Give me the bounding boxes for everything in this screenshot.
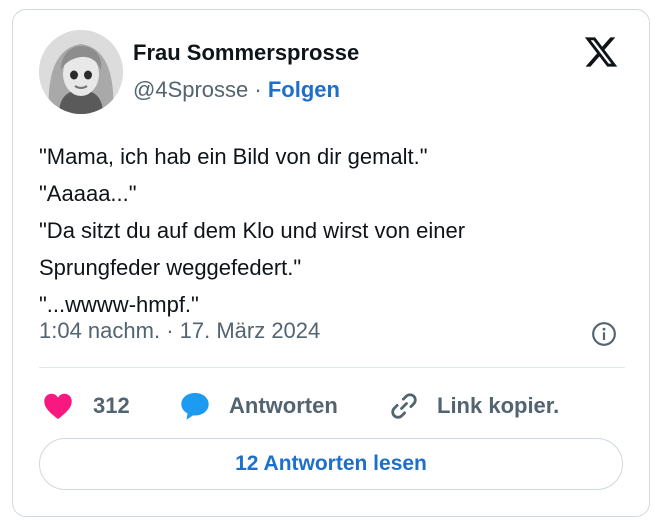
like-button[interactable]: 312 [43,388,130,424]
info-icon[interactable] [591,321,617,347]
author-handle[interactable]: @4Sprosse [133,77,248,102]
tweet-line: "Aaaaa..." [39,181,137,206]
tweet-line: "Da sitzt du auf dem Klo und wirst von e… [39,218,466,243]
link-icon [391,393,417,419]
divider [39,367,625,368]
avatar-image [39,30,123,114]
heart-icon [44,393,72,420]
tweet-card: Frau Sommersprosse @4Sprosse · Folgen "M… [12,9,650,517]
author-handle-line: @4Sprosse · Folgen [133,77,340,103]
follow-button[interactable]: Folgen [268,77,340,102]
tweet-text: "Mama, ich hab ein Bild von dir gemalt."… [39,138,629,323]
x-logo-icon[interactable] [583,34,619,70]
author-name[interactable]: Frau Sommersprosse [133,40,359,66]
avatar[interactable] [39,30,123,114]
tweet-timestamp[interactable]: 1:04 nachm. · 17. März 2024 [39,318,320,344]
copy-link-button[interactable]: Link kopier. [389,388,559,424]
speech-bubble-icon [181,392,209,420]
like-count: 312 [93,393,130,418]
handle-separator: · [254,77,262,102]
read-replies-button[interactable]: 12 Antworten lesen [39,438,623,490]
tweet-line: Sprungfeder weggefedert." [39,255,302,280]
tweet-line: "Mama, ich hab ein Bild von dir gemalt." [39,144,428,169]
copy-link-label: Link kopier. [437,393,560,418]
reply-button[interactable]: Antworten [179,388,338,424]
reply-label: Antworten [229,393,338,418]
